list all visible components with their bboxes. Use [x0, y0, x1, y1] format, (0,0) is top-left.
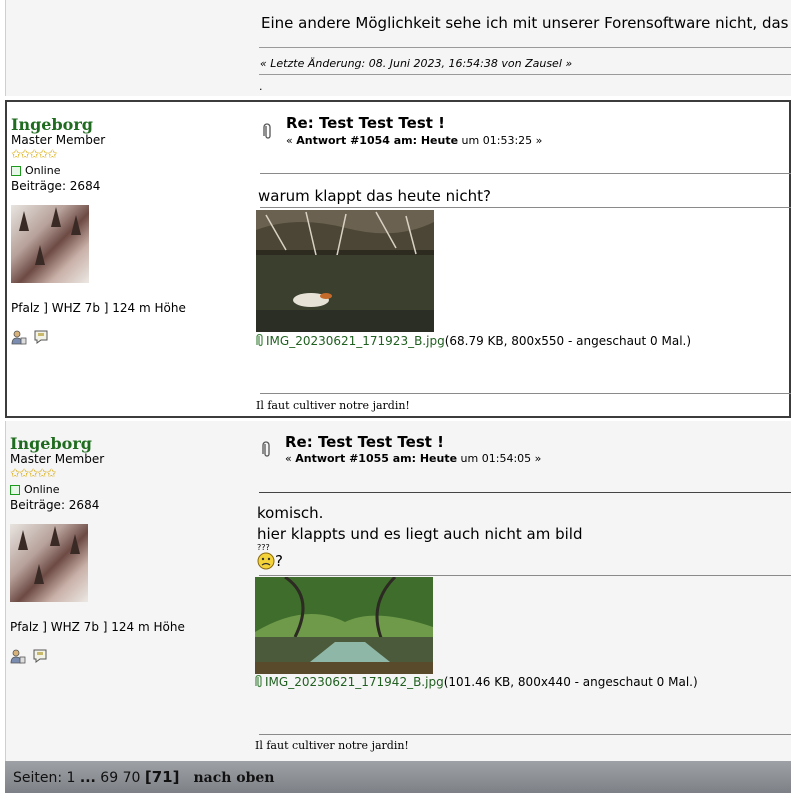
previous-post-content: Eine andere Möglichkeit sehe ich mit uns… — [255, 0, 791, 96]
meta-prefix: « — [285, 452, 296, 465]
posts-count: Beiträge: 2684 — [10, 498, 100, 512]
post-1055: Ingeborg Master Member ✩✩✩✩✩ Online Beit… — [5, 421, 791, 761]
poster-actions — [11, 329, 251, 345]
posts-count: Beiträge: 2684 — [11, 179, 101, 193]
online-indicator-icon — [11, 165, 21, 176]
attachment-image[interactable] — [255, 577, 433, 674]
smiley: ? — [257, 552, 283, 570]
rank-stars-icon: ✩✩✩✩✩ — [11, 147, 57, 161]
divider — [260, 173, 791, 174]
divider — [259, 492, 791, 493]
signature-divider — [260, 393, 791, 394]
attachment-link: IMG_20230621_171923_B.jpg (68.79 KB, 800… — [256, 334, 691, 348]
attachment-info: (68.79 KB, 800x550 - angeschaut 0 Mal.) — [444, 334, 692, 348]
online-label: Online — [25, 164, 61, 177]
rank-stars-icon: ✩✩✩✩✩ — [10, 466, 56, 480]
message-icon[interactable] — [32, 648, 48, 664]
attachment-filename[interactable]: IMG_20230621_171942_B.jpg — [265, 675, 444, 689]
poster-actions — [10, 648, 250, 664]
avatar — [10, 524, 88, 602]
post-body-line: komisch. — [257, 504, 324, 522]
last-edit-info: « Letzte Änderung: 08. Juni 2023, 16:54:… — [260, 57, 573, 70]
signature-divider — [259, 734, 791, 735]
previous-post-poster-area — [6, 0, 252, 96]
profile-icon[interactable] — [11, 329, 27, 345]
divider — [259, 74, 791, 75]
page-links[interactable]: 69 70 — [96, 770, 145, 786]
confused-smiley-icon — [257, 552, 275, 570]
online-status: Online — [10, 483, 250, 496]
paperclip-icon — [262, 441, 270, 457]
post-subject[interactable]: Re: Test Test Test ! — [286, 114, 445, 132]
poster-location: Pfalz ] WHZ 7b ] 124 m Höhe — [11, 301, 186, 315]
smiley-label: ??? — [257, 543, 270, 552]
divider — [260, 207, 791, 208]
signature: Il faut cultiver notre jardin! — [256, 399, 410, 412]
signature: Il faut cultiver notre jardin! — [255, 739, 409, 752]
message-icon[interactable] — [33, 329, 49, 345]
poster-rank: Master Member — [10, 452, 105, 466]
poster-name[interactable]: Ingeborg — [10, 435, 250, 452]
pages-ellipsis[interactable]: ... — [80, 770, 96, 786]
answer-time: um 01:53:25 » — [458, 134, 543, 147]
online-label: Online — [24, 483, 60, 496]
current-page: [71] — [144, 768, 180, 786]
online-status: Online — [11, 164, 251, 177]
post-meta: « Antwort #1055 am: Heute um 01:54:05 » — [285, 452, 541, 465]
paperclip-icon — [263, 123, 271, 139]
post-1054: Ingeborg Master Member ✩✩✩✩✩ Online Beit… — [5, 100, 791, 418]
poster-location: Pfalz ] WHZ 7b ] 124 m Höhe — [10, 620, 185, 634]
poster-info: Ingeborg Master Member ✩✩✩✩✩ Online Beit… — [11, 116, 251, 345]
divider — [259, 575, 791, 576]
attachment-link: IMG_20230621_171942_B.jpg (101.46 KB, 80… — [255, 675, 698, 689]
divider — [259, 47, 791, 48]
avatar — [11, 205, 89, 283]
online-indicator-icon — [10, 484, 20, 495]
meta-prefix: « — [286, 134, 297, 147]
pagination-bar: Seiten: 1 ... 69 70 [71] nach oben — [5, 761, 791, 793]
answer-number: Antwort #1054 am: Heute — [296, 134, 459, 147]
smiley-suffix: ? — [275, 552, 283, 570]
poster-name[interactable]: Ingeborg — [11, 116, 251, 133]
previous-post-text: Eine andere Möglichkeit sehe ich mit uns… — [261, 14, 789, 32]
pages-label: Seiten: 1 — [13, 770, 80, 786]
post-body-line: hier klappts und es liegt auch nicht am … — [257, 525, 583, 543]
poster-info: Ingeborg Master Member ✩✩✩✩✩ Online Beit… — [10, 435, 250, 664]
post-subject[interactable]: Re: Test Test Test ! — [285, 433, 444, 451]
post-body-line: warum klappt das heute nicht? — [258, 187, 491, 205]
previous-post: Eine andere Möglichkeit sehe ich mit uns… — [5, 0, 791, 96]
attachment-filename[interactable]: IMG_20230621_171923_B.jpg — [266, 334, 445, 348]
signature-dot: . — [259, 80, 263, 93]
answer-number: Antwort #1055 am: Heute — [295, 452, 458, 465]
paperclip-icon — [255, 675, 262, 688]
answer-time: um 01:54:05 » — [457, 452, 542, 465]
paperclip-icon — [256, 334, 263, 347]
pagination: Seiten: 1 ... 69 70 [71] nach oben — [13, 768, 274, 786]
profile-icon[interactable] — [10, 648, 26, 664]
post-meta: « Antwort #1054 am: Heute um 01:53:25 » — [286, 134, 542, 147]
attachment-image[interactable] — [256, 210, 434, 332]
attachment-info: (101.46 KB, 800x440 - angeschaut 0 Mal.) — [443, 675, 698, 689]
poster-rank: Master Member — [11, 133, 106, 147]
back-to-top-link[interactable]: nach oben — [193, 770, 274, 786]
